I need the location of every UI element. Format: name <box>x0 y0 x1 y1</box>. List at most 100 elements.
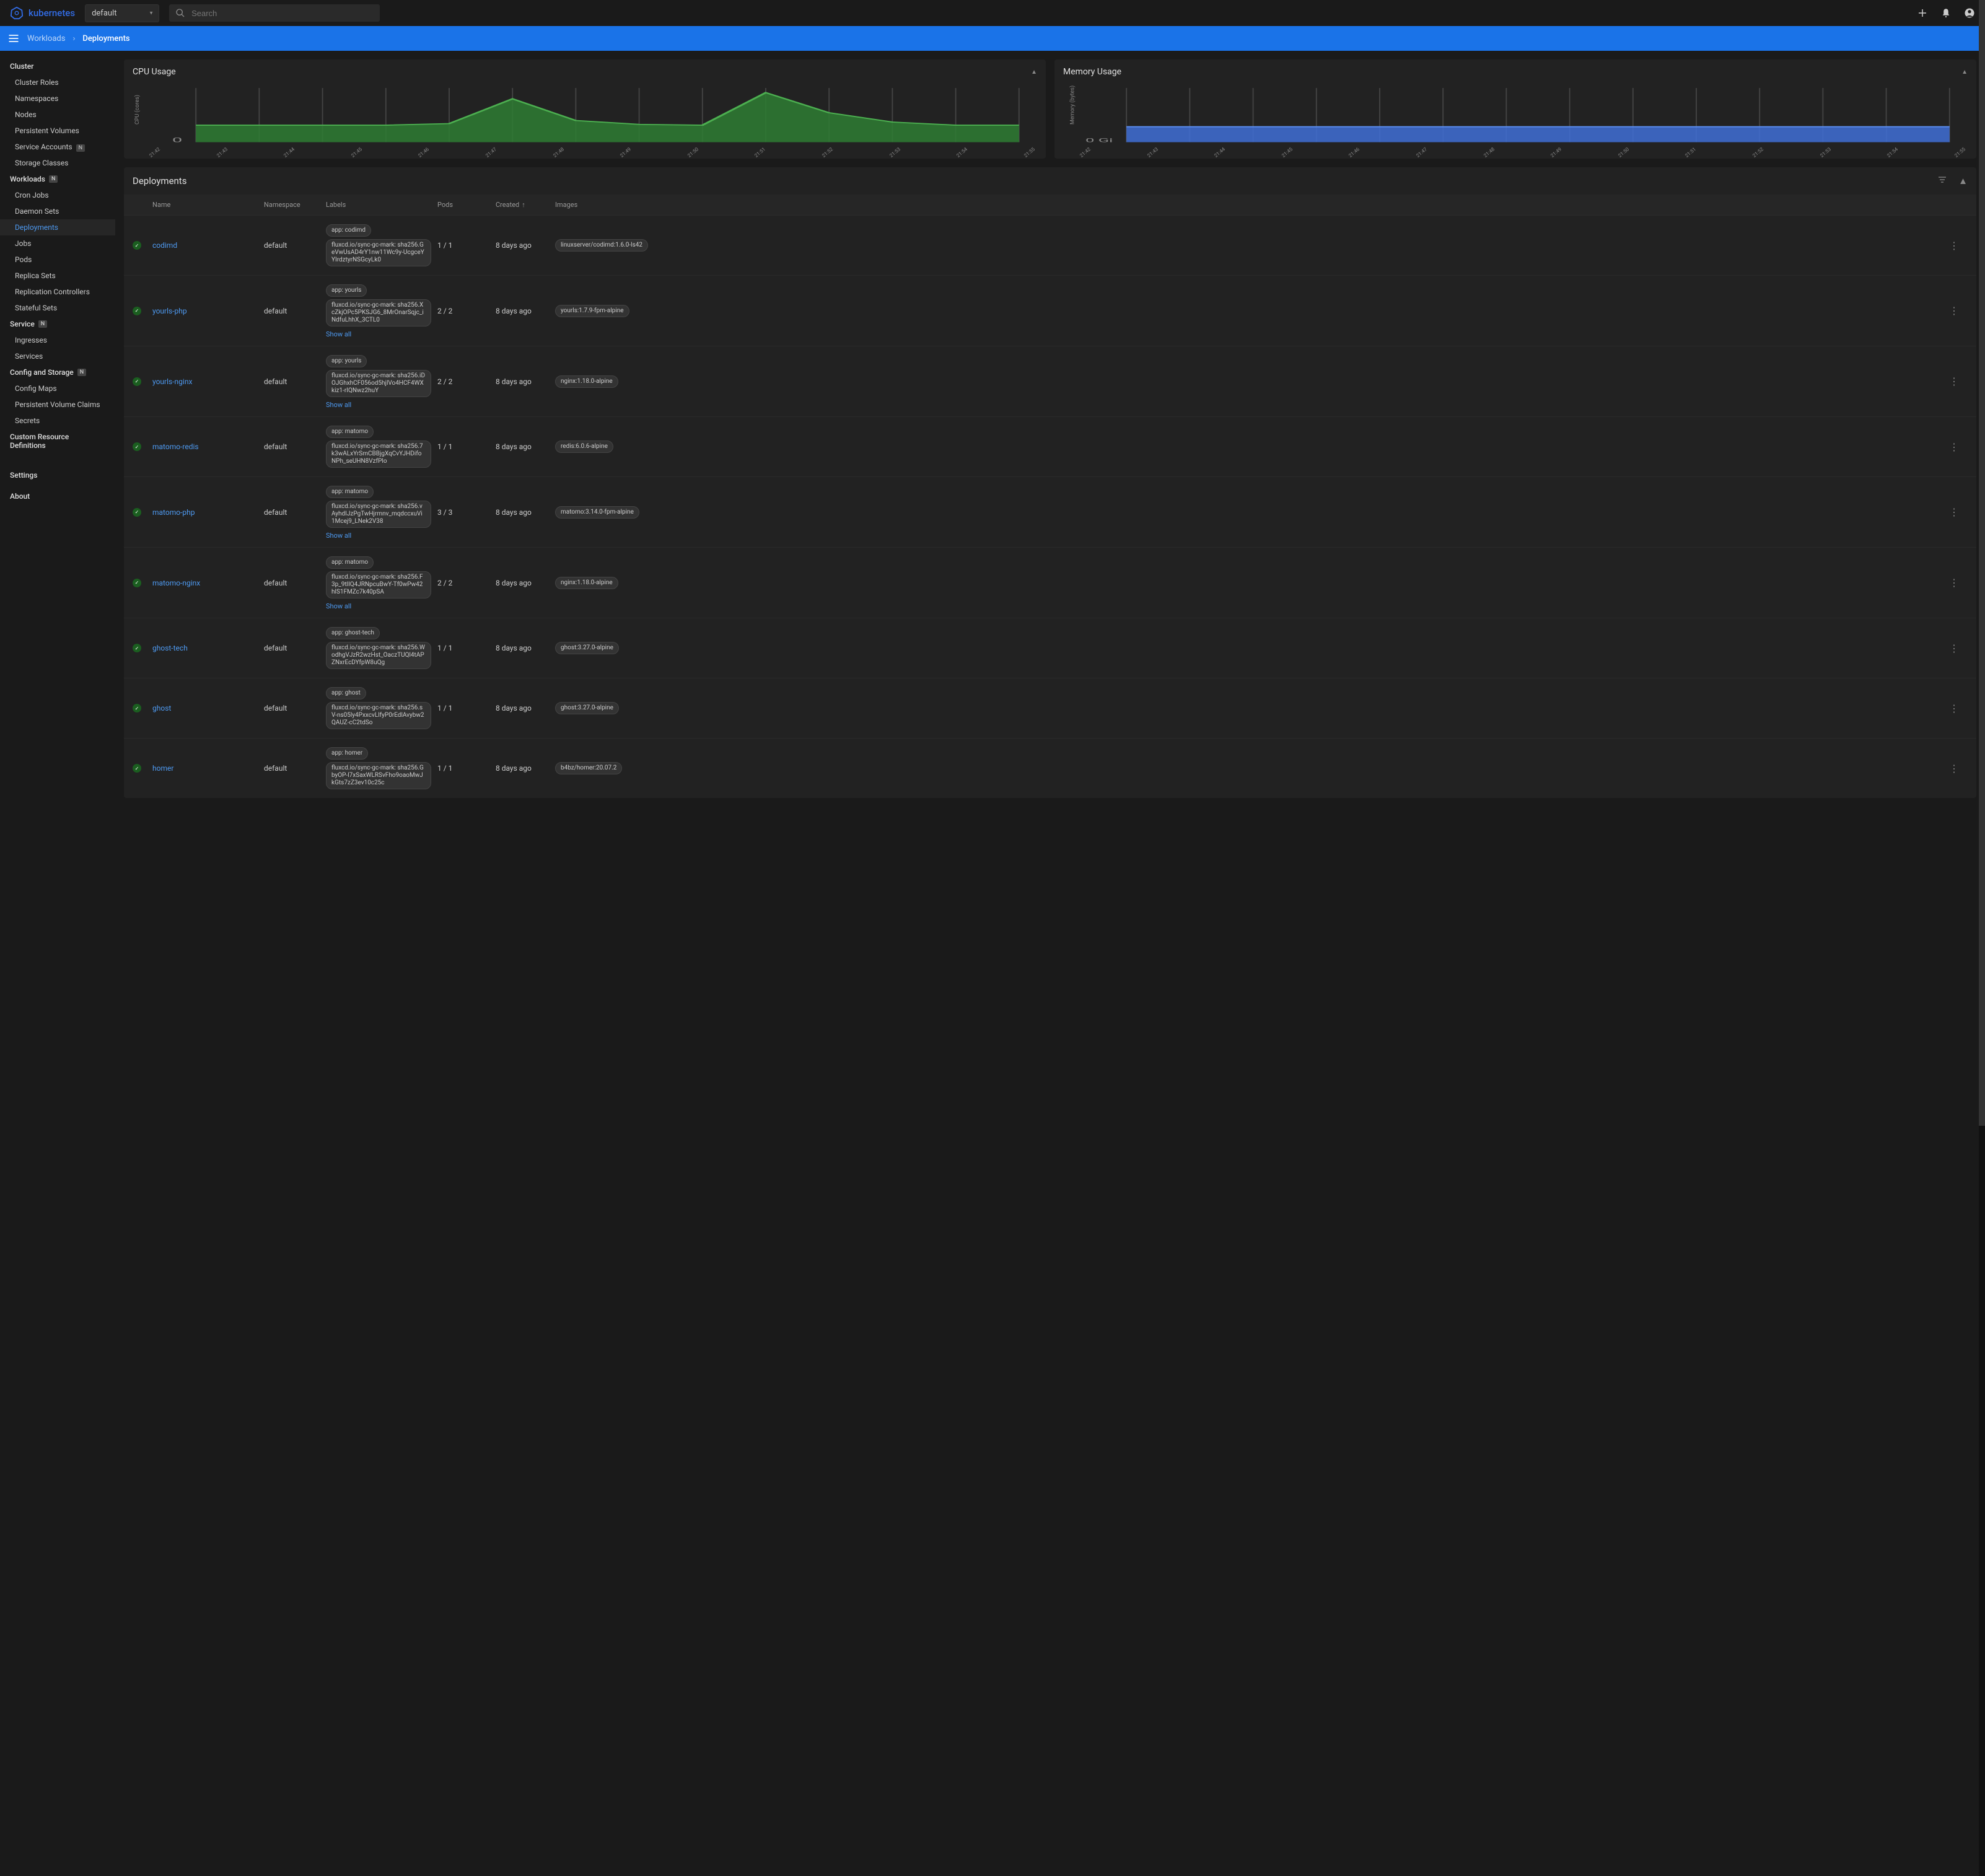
sidebar-item[interactable]: Storage Classes <box>0 155 115 171</box>
bell-icon[interactable] <box>1940 7 1952 19</box>
row-menu-icon[interactable]: ⋮ <box>1949 506 1959 518</box>
deployment-name-link[interactable]: codimd <box>152 241 177 250</box>
nav-section-title[interactable]: Custom Resource Definitions <box>0 429 115 454</box>
col-namespace[interactable]: Namespace <box>264 201 326 209</box>
sidebar-item[interactable]: Cluster Roles <box>0 74 115 90</box>
deployment-name-link[interactable]: ghost-tech <box>152 644 188 652</box>
col-name[interactable]: Name <box>152 201 264 209</box>
label-chip[interactable]: fluxcd.io/sync-gc-mark: sha256.iDOJGhxhC… <box>326 370 431 397</box>
deployment-name-link[interactable]: ghost <box>152 704 171 712</box>
sidebar-item[interactable]: Secrets <box>0 413 115 429</box>
sidebar-item[interactable]: Persistent Volumes <box>0 123 115 139</box>
nav-section-title[interactable]: ServiceN <box>0 316 115 332</box>
scrollbar[interactable] <box>1979 0 1985 1876</box>
collapse-icon[interactable]: ▲ <box>1961 69 1968 76</box>
label-chip[interactable]: app: homer <box>326 747 368 760</box>
sidebar-item[interactable]: Namespaces <box>0 90 115 107</box>
show-all-link[interactable]: Show all <box>326 330 351 338</box>
label-chip[interactable]: fluxcd.io/sync-gc-mark: sha256.7k3wALxYr… <box>326 441 431 468</box>
image-chip[interactable]: b4bz/homer:20.07.2 <box>555 762 622 774</box>
image-chip[interactable]: matomo:3.14.0-fpm-alpine <box>555 506 639 519</box>
image-chip[interactable]: redis:6.0.6-alpine <box>555 441 613 453</box>
logo[interactable]: kubernetes <box>10 6 75 20</box>
deployment-name-link[interactable]: matomo-php <box>152 508 195 517</box>
col-images[interactable]: Images <box>555 201 1949 209</box>
label-chip[interactable]: app: ghost-tech <box>326 627 380 639</box>
row-menu-icon[interactable]: ⋮ <box>1949 703 1959 714</box>
search-box[interactable] <box>169 4 380 22</box>
image-chip[interactable]: ghost:3.27.0-alpine <box>555 702 619 714</box>
show-all-link[interactable]: Show all <box>326 532 351 540</box>
label-chip[interactable]: app: matomo <box>326 426 374 438</box>
collapse-icon[interactable]: ▲ <box>1031 69 1037 76</box>
table-row: ✓homerdefaultapp: homerfluxcd.io/sync-gc… <box>124 738 1976 798</box>
label-chip[interactable]: app: matomo <box>326 556 374 569</box>
sidebar-item[interactable]: Services <box>0 348 115 364</box>
nav-section-title[interactable]: Config and StorageN <box>0 364 115 380</box>
label-chip[interactable]: fluxcd.io/sync-gc-mark: sha256.WodhgVJzR… <box>326 642 431 669</box>
row-menu-icon[interactable]: ⋮ <box>1949 240 1959 252</box>
row-menu-icon[interactable]: ⋮ <box>1949 375 1959 387</box>
sidebar-item[interactable]: Replica Sets <box>0 268 115 284</box>
images-cell: yourls:1.7.9-fpm-alpine <box>555 304 1949 318</box>
label-chip[interactable]: app: yourls <box>326 284 367 297</box>
breadcrumb-parent[interactable]: Workloads <box>27 34 65 43</box>
sidebar-footer-item[interactable]: About <box>0 486 115 507</box>
row-menu-icon[interactable]: ⋮ <box>1949 642 1959 654</box>
label-chip[interactable]: app: yourls <box>326 355 367 367</box>
nav-section-title[interactable]: WorkloadsN <box>0 171 115 187</box>
image-chip[interactable]: nginx:1.18.0-alpine <box>555 577 618 589</box>
image-chip[interactable]: nginx:1.18.0-alpine <box>555 375 618 388</box>
sidebar-item[interactable]: Service AccountsN <box>0 139 115 155</box>
chevron-right-icon: › <box>72 34 75 43</box>
sidebar-item[interactable]: Config Maps <box>0 380 115 397</box>
label-chip[interactable]: fluxcd.io/sync-gc-mark: sha256.F3p_9tlIQ… <box>326 571 431 598</box>
label-chip[interactable]: fluxcd.io/sync-gc-mark: sha256.vAyhdIJzP… <box>326 501 431 528</box>
show-all-link[interactable]: Show all <box>326 602 351 610</box>
show-all-link[interactable]: Show all <box>326 401 351 409</box>
sidebar-item[interactable]: Jobs <box>0 235 115 252</box>
label-chip[interactable]: app: codimd <box>326 224 371 237</box>
label-chip[interactable]: fluxcd.io/sync-gc-mark: sha256.GbyOP-l7x… <box>326 762 431 789</box>
sidebar-item[interactable]: Ingresses <box>0 332 115 348</box>
user-icon[interactable] <box>1964 7 1975 19</box>
sidebar-item[interactable]: Cron Jobs <box>0 187 115 203</box>
label-chip[interactable]: fluxcd.io/sync-gc-mark: sha256.XcZkjOPc5… <box>326 299 431 327</box>
image-chip[interactable]: ghost:3.27.0-alpine <box>555 642 619 654</box>
label-chip[interactable]: fluxcd.io/sync-gc-mark: sha256.sV-ns05ly… <box>326 702 431 729</box>
sidebar-item[interactable]: Persistent Volume Claims <box>0 397 115 413</box>
sidebar-item[interactable]: Daemon Sets <box>0 203 115 219</box>
labels-cell: app: yourls fluxcd.io/sync-gc-mark: sha25… <box>326 354 437 409</box>
search-input[interactable] <box>191 9 374 18</box>
deployment-name-link[interactable]: yourls-php <box>152 307 187 315</box>
filter-icon[interactable] <box>1937 175 1947 187</box>
deployment-name-link[interactable]: matomo-nginx <box>152 579 200 587</box>
image-chip[interactable]: linuxserver/codimd:1.6.0-ls42 <box>555 239 648 252</box>
col-labels[interactable]: Labels <box>326 201 437 209</box>
sidebar-item[interactable]: Pods <box>0 252 115 268</box>
row-menu-icon[interactable]: ⋮ <box>1949 763 1959 774</box>
deployment-name-link[interactable]: matomo-redis <box>152 442 199 451</box>
row-menu-icon[interactable]: ⋮ <box>1949 441 1959 453</box>
deployment-name-link[interactable]: yourls-nginx <box>152 377 192 386</box>
row-menu-icon[interactable]: ⋮ <box>1949 305 1959 317</box>
scrollbar-thumb[interactable] <box>1979 0 1985 1126</box>
sidebar-item[interactable]: Deployments <box>0 219 115 235</box>
create-icon[interactable] <box>1917 7 1928 19</box>
label-chip[interactable]: fluxcd.io/sync-gc-mark: sha256.GeVwUsAD4… <box>326 239 431 266</box>
sidebar-item[interactable]: Replication Controllers <box>0 284 115 300</box>
nav-section-title[interactable]: Cluster <box>0 58 115 74</box>
col-pods[interactable]: Pods <box>437 201 496 209</box>
row-menu-icon[interactable]: ⋮ <box>1949 577 1959 589</box>
menu-icon[interactable] <box>7 32 20 45</box>
sidebar-footer-item[interactable]: Settings <box>0 465 115 486</box>
sidebar-item[interactable]: Stateful Sets <box>0 300 115 316</box>
collapse-icon[interactable]: ▲ <box>1958 175 1968 186</box>
namespace-selector[interactable]: default <box>85 4 159 22</box>
col-created[interactable]: Created↑ <box>496 201 555 209</box>
label-chip[interactable]: app: ghost <box>326 687 366 699</box>
deployment-name-link[interactable]: homer <box>152 764 173 773</box>
image-chip[interactable]: yourls:1.7.9-fpm-alpine <box>555 305 629 317</box>
label-chip[interactable]: app: matomo <box>326 486 374 498</box>
sidebar-item[interactable]: Nodes <box>0 107 115 123</box>
